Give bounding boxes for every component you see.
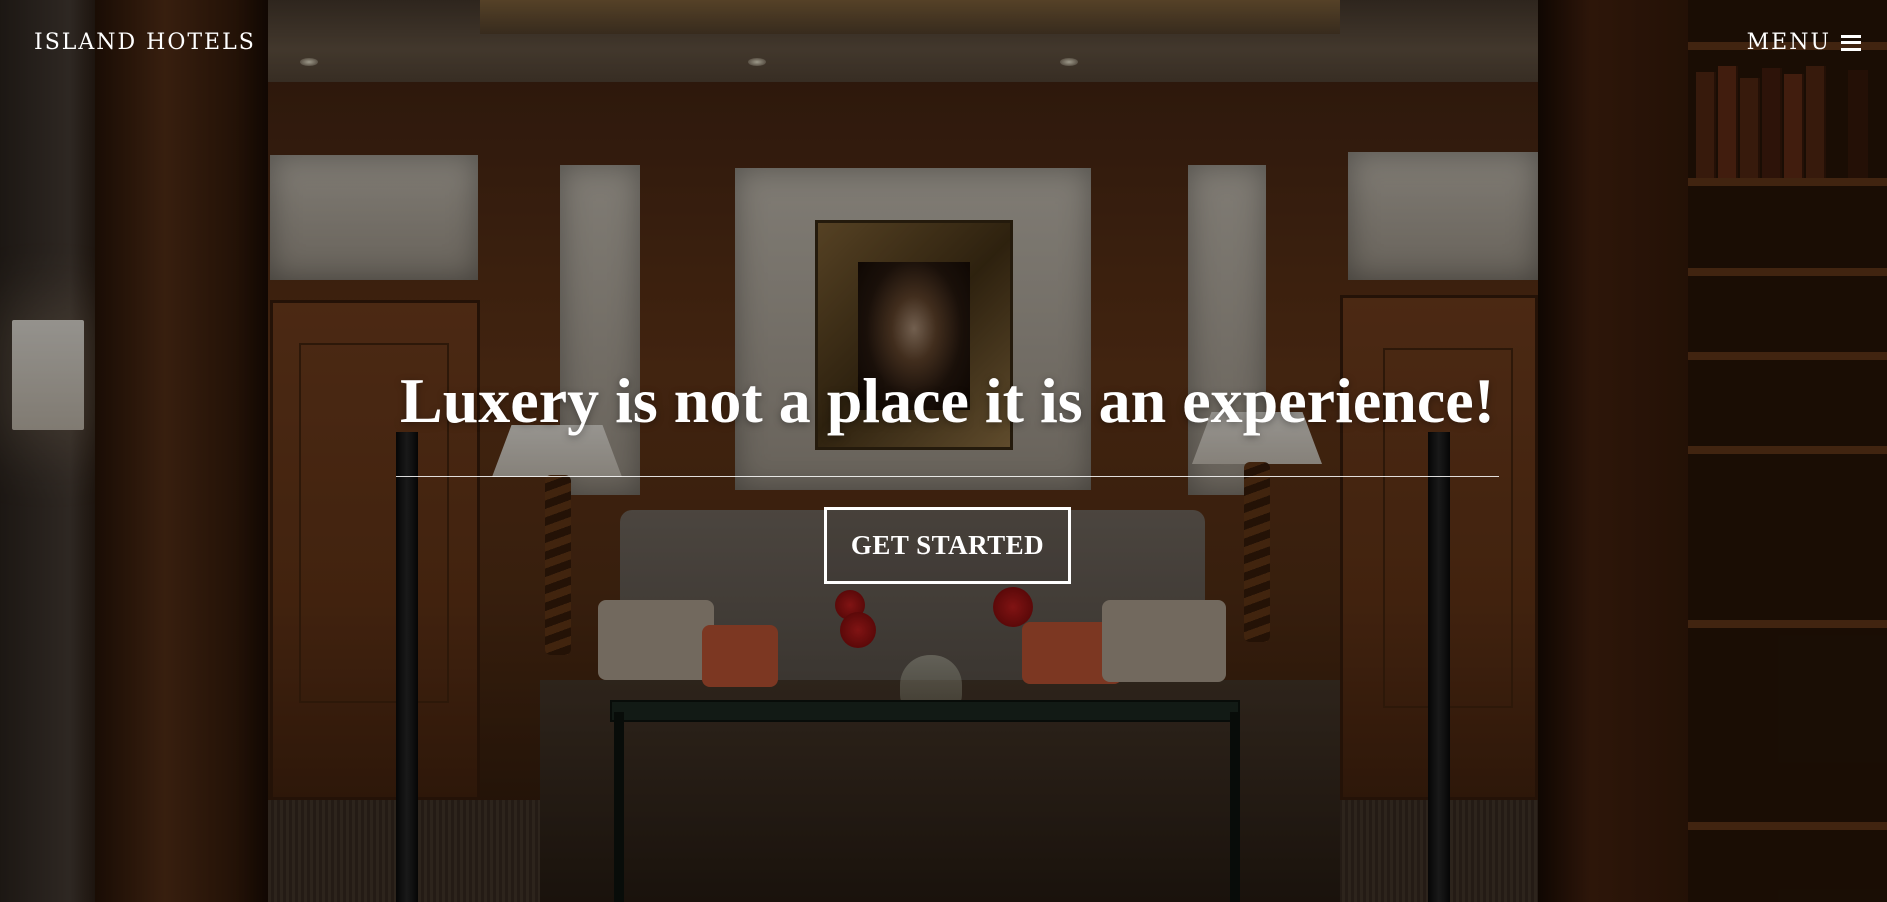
hero-content: Luxery is not a place it is an experienc… [396, 360, 1499, 477]
menu-label: MENU [1746, 30, 1831, 55]
menu-button[interactable]: MENU [1747, 30, 1861, 55]
get-started-button[interactable]: GET STARTED [824, 507, 1071, 584]
hero-section: ISLAND HOTELS MENU Luxery is not a place… [0, 0, 1887, 902]
hamburger-icon [1841, 34, 1861, 51]
brand-logo-link[interactable]: ISLAND HOTELS [34, 30, 256, 55]
hero-headline: Luxery is not a place it is an experienc… [400, 365, 1495, 436]
headline-divider [396, 476, 1499, 477]
